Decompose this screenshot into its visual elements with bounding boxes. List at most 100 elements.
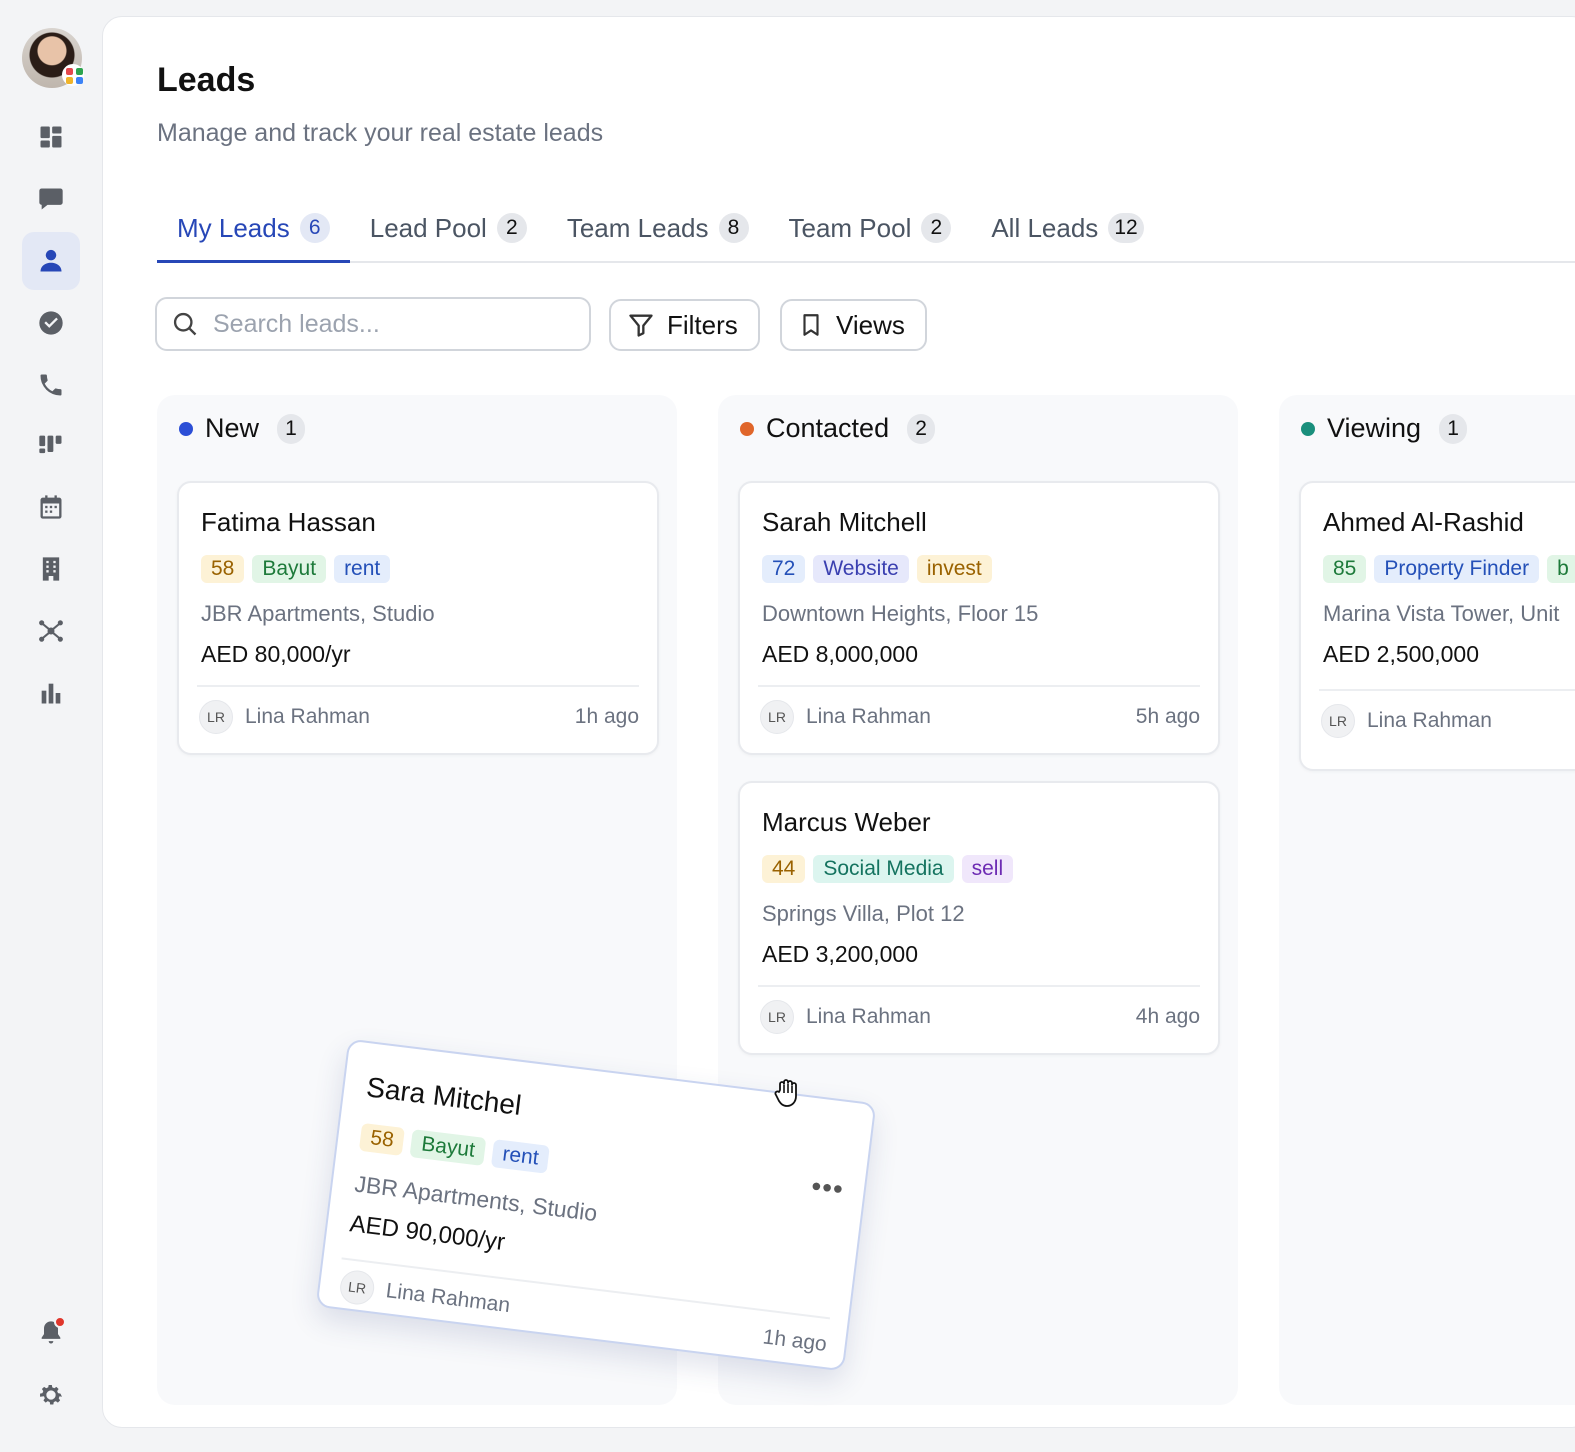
tab-my-leads[interactable]: My Leads 6 [157,195,350,263]
card-footer: LR Lina Rahman [1321,703,1575,739]
status-dot [1301,421,1315,436]
divider [758,685,1200,687]
source-tag: Bayut [252,555,327,583]
bar-chart-icon [41,683,61,704]
kanban-icon [39,435,62,454]
lead-card[interactable]: Marcus Weber 44 Social Media sell Spring… [738,781,1220,1055]
views-button[interactable]: Views [780,299,927,351]
search-input[interactable] [213,309,573,339]
tab-all-leads[interactable]: All Leads 12 [971,195,1163,261]
nav-properties[interactable] [22,540,80,598]
agent-name: Lina Rahman [1367,709,1492,732]
lead-card[interactable]: Sarah Mitchell 72 Website invest Downtow… [738,481,1220,755]
score-tag: 44 [762,855,806,883]
nav-leads[interactable] [22,232,80,290]
lead-tags: 58 Bayut rent [201,555,391,583]
type-tag: invest [916,555,992,583]
lead-price: AED 80,000/yr [201,641,351,667]
lead-property: Downtown Heights, Floor 15 [762,601,1039,626]
divider [758,985,1200,987]
building-icon [42,557,60,581]
nav-settings[interactable] [22,1366,80,1424]
views-label: Views [836,309,905,340]
score-tag: 72 [762,555,806,583]
filters-button[interactable]: Filters [609,299,760,351]
nav-tasks[interactable] [22,294,80,352]
divider [197,685,639,687]
column-count: 1 [277,413,306,444]
network-icon [39,620,63,642]
lead-card[interactable]: Fatima Hassan 58 Bayut rent JBR Apartmen… [177,481,659,755]
nav-messages[interactable] [22,170,80,228]
page-subtitle: Manage and track your real estate leads [157,119,604,147]
agent-avatar: LR [199,700,233,734]
tab-count: 2 [496,213,527,243]
search-icon [173,312,197,336]
lead-price: AED 8,000,000 [762,641,919,667]
tab-label: All Leads [991,212,1099,243]
grab-cursor-icon [774,1079,797,1107]
tab-team-pool[interactable]: Team Pool 2 [769,195,972,261]
agent-avatar: LR [1321,704,1355,738]
page-title: Leads [157,61,256,99]
column-header: New 1 [179,413,306,444]
nav-reports[interactable] [22,664,80,722]
score-tag: 58 [358,1122,406,1156]
tab-label: Team Leads [566,212,709,243]
nav-notifications[interactable] [22,1304,80,1362]
lead-tags: 58 Bayut rent [358,1122,551,1174]
check-circle-icon [39,311,63,335]
agent-name: Lina Rahman [806,1005,931,1028]
nav-calls[interactable] [22,356,80,414]
score-tag: 85 [1323,555,1367,583]
agent-avatar: LR [760,700,794,734]
type-tag: sell [961,855,1014,883]
score-tag: 58 [201,555,245,583]
nav-network[interactable] [22,602,80,660]
column-title: Contacted [766,413,890,443]
source-tag: Bayut [409,1129,487,1166]
type-tag: rent [490,1139,551,1174]
lead-property: JBR Apartments, Studio [201,601,435,626]
lead-name: Sarah Mitchell [762,507,927,537]
lead-card[interactable]: Ahmed Al-Rashid 85 Property Finder b Mar… [1299,481,1575,771]
lead-tags: 85 Property Finder b [1323,555,1575,583]
lead-name: Ahmed Al-Rashid [1323,507,1524,537]
calendar-icon [40,495,62,519]
column-title: Viewing [1327,413,1422,443]
column-title: New [205,413,260,443]
column-header: Viewing 1 [1301,413,1468,444]
card-footer: LR Lina Rahman 4h ago [760,999,1200,1035]
card-footer: LR Lina Rahman 1h ago [199,699,639,735]
tab-label: Lead Pool [369,212,487,243]
tab-lead-pool[interactable]: Lead Pool 2 [350,195,547,261]
source-tag: Website [813,555,909,583]
nav-calendar[interactable] [22,478,80,536]
status-dot [740,421,754,436]
lead-price: AED 90,000/yr [348,1210,507,1257]
lead-time: 5h ago [1135,705,1200,728]
tab-count: 12 [1108,213,1144,243]
source-tag: Social Media [813,855,954,883]
lead-time: 1h ago [574,705,639,728]
column-count: 1 [1439,413,1468,444]
tab-count: 8 [718,213,749,243]
phone-icon [40,374,62,396]
column-count: 2 [907,413,936,444]
more-options-icon[interactable]: ••• [810,1170,846,1206]
user-icon [40,249,62,272]
agent-avatar: LR [760,1000,794,1034]
notification-badge [54,1316,66,1328]
agent-name: Lina Rahman [384,1279,512,1318]
lead-price: AED 2,500,000 [1323,641,1480,667]
lead-tags: 44 Social Media sell [762,855,1014,883]
agent-name: Lina Rahman [806,705,931,728]
nav-pipeline[interactable] [22,416,80,474]
lead-name: Sara Mitchel [364,1071,524,1122]
search-box[interactable] [155,297,591,351]
tab-team-leads[interactable]: Team Leads 8 [547,195,769,261]
lead-tags: 72 Website invest [762,555,992,583]
nav-dashboard[interactable] [22,108,80,166]
lead-tabs: My Leads 6 Lead Pool 2 Team Leads 8 Team… [157,195,1575,263]
lead-name: Marcus Weber [762,807,931,837]
